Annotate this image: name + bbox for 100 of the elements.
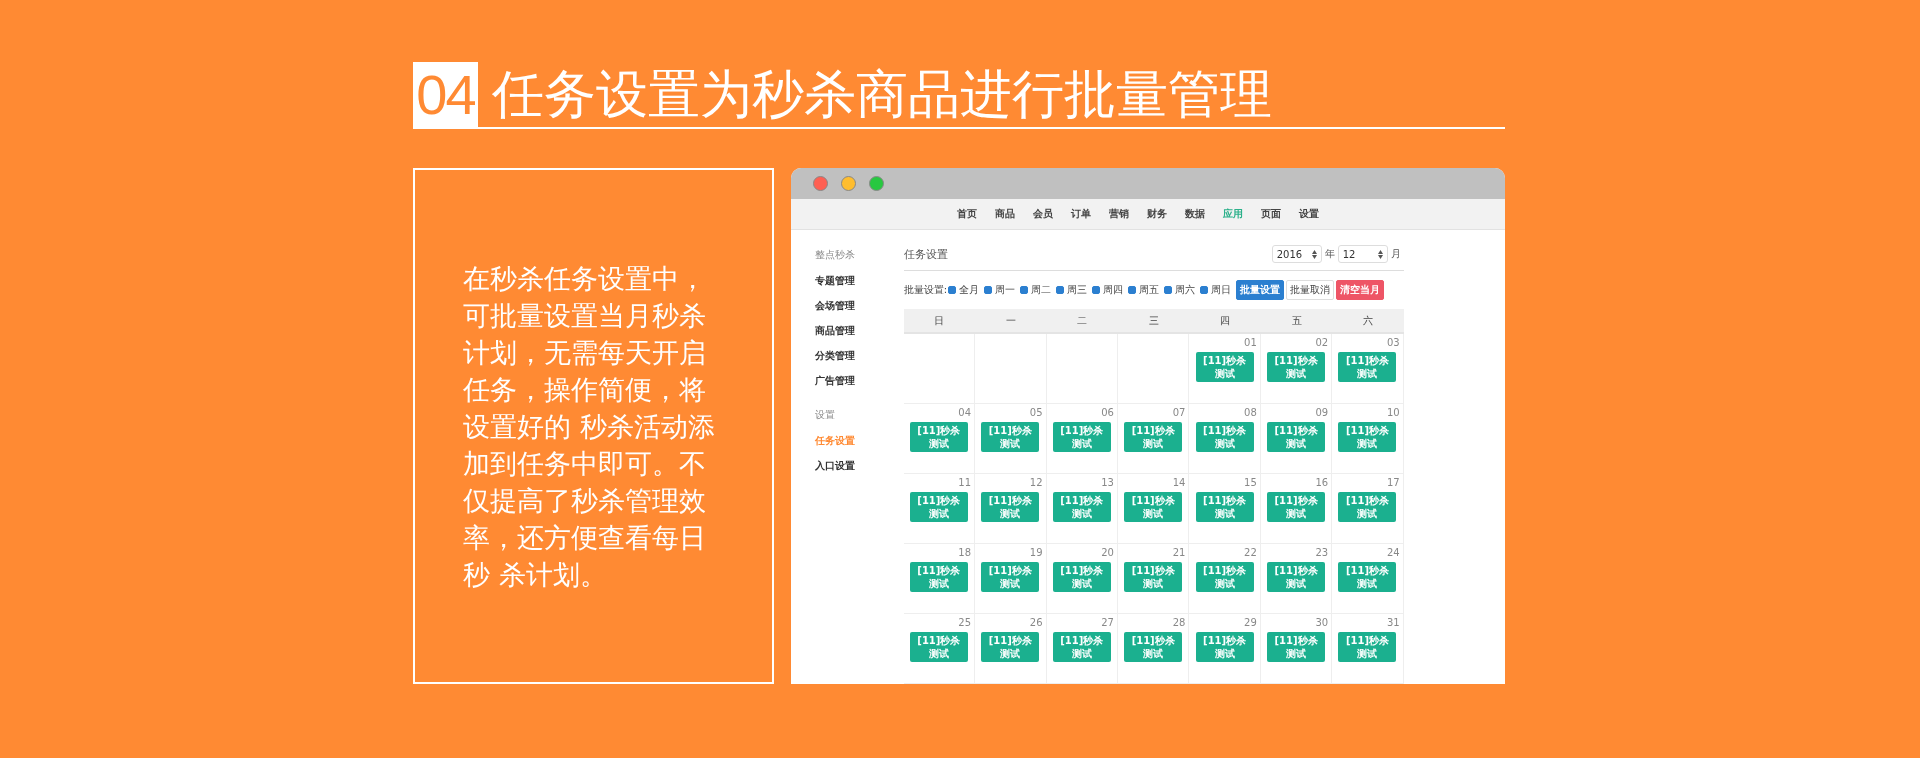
date-number: 06 <box>1101 408 1114 418</box>
checkbox-label: 周日 <box>1211 283 1232 297</box>
event-tag[interactable]: [11]秒杀测试 <box>1195 352 1254 382</box>
heading-title: 任务设置为秒杀商品进行批量管理 <box>492 63 1272 126</box>
event-tag[interactable]: [11]秒杀测试 <box>1338 422 1397 452</box>
date-number: 07 <box>1172 408 1186 418</box>
action-button[interactable]: 批量设置 <box>1236 280 1285 300</box>
sidebar-item[interactable]: 专题管理 <box>814 274 904 288</box>
event-tag[interactable]: [11]秒杀测试 <box>1195 632 1254 662</box>
event-tag[interactable]: [11]秒杀测试 <box>981 492 1040 522</box>
sidebar-item[interactable]: 广告管理 <box>814 374 904 388</box>
batch-label: 批量设置: <box>903 283 948 297</box>
event-tag[interactable]: [11]秒杀测试 <box>981 562 1040 592</box>
checkbox[interactable] <box>1164 286 1173 294</box>
action-button[interactable]: 批量取消 <box>1286 280 1335 300</box>
event-tag[interactable]: [11]秒杀测试 <box>1195 422 1254 452</box>
event-tag[interactable]: [11]秒杀测试 <box>909 632 968 662</box>
page-title: 任务设置 <box>903 246 949 262</box>
unit-label: 月 <box>1390 247 1401 261</box>
sidebar-heading: 设置 <box>814 408 836 422</box>
date-number: 01 <box>1244 338 1257 348</box>
event-tag[interactable]: [11]秒杀测试 <box>1124 632 1183 662</box>
event-tag[interactable]: [11]秒杀测试 <box>1124 422 1183 452</box>
date-number: 13 <box>1101 478 1114 488</box>
date-number: 26 <box>1029 618 1043 628</box>
event-tag[interactable]: [11]秒杀测试 <box>1052 422 1111 452</box>
date-number: 29 <box>1244 618 1257 628</box>
up-down-arrows-icon <box>1311 249 1317 259</box>
description-text: 在秒杀任务设置中，可批量设置当月秒杀计划，无需每天开启任务，操作简便，将设置好的 秒杀活动添加到任务中即可。不仅提高了秒杀管理效率，还方便查看每日秒 杀计划。 <box>463 261 716 592</box>
date-number: 02 <box>1315 338 1329 348</box>
event-tag[interactable]: [11]秒杀测试 <box>1267 562 1325 592</box>
date-number: 30 <box>1315 618 1329 628</box>
date-number: 18 <box>958 548 972 558</box>
year-select[interactable]: 2016 <box>1271 245 1322 263</box>
sidebar-item[interactable]: 会场管理 <box>814 299 904 313</box>
checkbox[interactable] <box>1200 286 1209 294</box>
event-tag[interactable]: [11]秒杀测试 <box>1338 492 1397 522</box>
date-number: 03 <box>1386 338 1400 348</box>
event-tag[interactable]: [11]秒杀测试 <box>1052 632 1111 662</box>
nav-tab[interactable]: 页面 <box>1260 207 1281 221</box>
event-tag[interactable]: [11]秒杀测试 <box>981 422 1040 452</box>
month-select[interactable]: 12 <box>1337 245 1388 263</box>
event-tag[interactable]: [11]秒杀测试 <box>909 492 968 522</box>
event-tag[interactable]: [11]秒杀测试 <box>1267 352 1325 382</box>
nav-tab[interactable]: 应用 <box>1222 207 1243 221</box>
checkbox-label: 周四 <box>1103 283 1124 297</box>
event-tag[interactable]: [11]秒杀测试 <box>909 422 968 452</box>
nav-tab[interactable]: 订单 <box>1070 207 1091 221</box>
date-number: 04 <box>958 408 972 418</box>
checkbox[interactable] <box>984 286 993 294</box>
nav-tab[interactable]: 财务 <box>1146 207 1167 221</box>
date-number: 08 <box>1244 408 1257 418</box>
sidebar-item[interactable]: 入口设置 <box>814 459 904 473</box>
sidebar-heading: 整点秒杀 <box>814 248 856 262</box>
checkbox-label: 周五 <box>1139 283 1160 297</box>
event-tag[interactable]: [11]秒杀测试 <box>909 562 968 592</box>
checkbox[interactable] <box>1020 286 1029 294</box>
event-tag[interactable]: [11]秒杀测试 <box>1267 422 1325 452</box>
date-number: 10 <box>1386 408 1400 418</box>
date-number: 11 <box>958 478 972 488</box>
weekday-header: 四 <box>1189 309 1261 334</box>
action-button[interactable]: 清空当月 <box>1336 280 1385 300</box>
event-tag[interactable]: [11]秒杀测试 <box>1338 562 1397 592</box>
weekday-header: 五 <box>1260 309 1333 334</box>
nav-tab[interactable]: 商品 <box>994 207 1015 221</box>
event-tag[interactable]: [11]秒杀测试 <box>1267 632 1325 662</box>
weekday-header: 六 <box>1332 309 1404 334</box>
weekday-header: 一 <box>975 309 1047 334</box>
date-number: 14 <box>1172 478 1186 488</box>
event-tag[interactable]: [11]秒杀测试 <box>1124 492 1183 522</box>
nav-tab[interactable]: 营销 <box>1108 207 1129 221</box>
checkbox-label: 周一 <box>995 283 1016 297</box>
checkbox[interactable] <box>1092 286 1101 294</box>
event-tag[interactable]: [11]秒杀测试 <box>1124 562 1183 592</box>
weekday-header: 二 <box>1046 309 1118 334</box>
number-badge: 04 <box>413 62 478 127</box>
event-tag[interactable]: [11]秒杀测试 <box>1338 632 1397 662</box>
nav-tab[interactable]: 会员 <box>1032 207 1053 221</box>
event-tag[interactable]: [11]秒杀测试 <box>1267 492 1325 522</box>
event-tag[interactable]: [11]秒杀测试 <box>981 632 1040 662</box>
date-number: 05 <box>1029 408 1043 418</box>
event-tag[interactable]: [11]秒杀测试 <box>1338 352 1397 382</box>
event-tag[interactable]: [11]秒杀测试 <box>1052 492 1111 522</box>
event-tag[interactable]: [11]秒杀测试 <box>1052 562 1111 592</box>
weekday-header: 三 <box>1117 309 1190 334</box>
date-number: 15 <box>1244 478 1257 488</box>
checkbox[interactable] <box>1056 286 1065 294</box>
sidebar-item[interactable]: 任务设置 <box>814 434 904 448</box>
nav-tab[interactable]: 数据 <box>1184 207 1205 221</box>
sidebar-item[interactable]: 分类管理 <box>814 349 904 363</box>
nav-tab[interactable]: 首页 <box>956 207 977 221</box>
event-tag[interactable]: [11]秒杀测试 <box>1195 562 1254 592</box>
sidebar-item[interactable]: 商品管理 <box>814 324 904 338</box>
checkbox[interactable] <box>948 286 957 294</box>
nav-tab[interactable]: 设置 <box>1298 207 1319 221</box>
up-down-arrows-icon <box>1377 249 1383 259</box>
date-number: 21 <box>1172 548 1186 558</box>
event-tag[interactable]: [11]秒杀测试 <box>1195 492 1254 522</box>
date-number: 17 <box>1386 478 1400 488</box>
checkbox[interactable] <box>1128 286 1137 294</box>
